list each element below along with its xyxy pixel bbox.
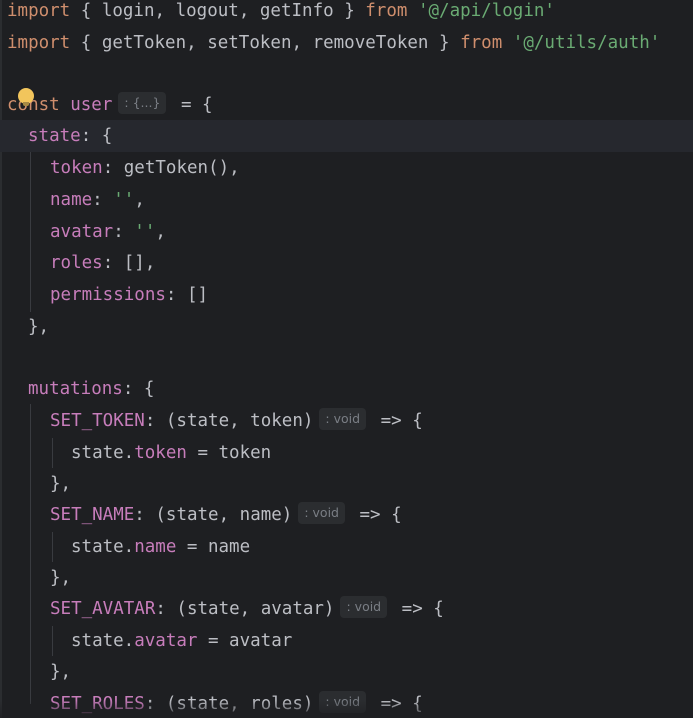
keyword-from: from xyxy=(365,1,408,21)
code-editor[interactable]: import { login, logout, getInfo } from '… xyxy=(0,0,693,718)
string-literal: '@/utils/auth' xyxy=(512,33,661,53)
code-line[interactable]: import { login, logout, getInfo } from '… xyxy=(7,0,555,27)
identifier: removeToken xyxy=(312,33,429,53)
indent-guide xyxy=(52,438,53,468)
type-hint[interactable]: : void xyxy=(340,596,388,618)
property-key: avatar xyxy=(50,222,114,242)
code-line[interactable]: roles: [], xyxy=(50,247,155,279)
indent-guide xyxy=(52,626,53,656)
type-hint[interactable]: : void xyxy=(298,502,345,524)
property-key: mutations xyxy=(28,379,123,399)
code-line[interactable]: SET_AVATAR: (state, avatar): void => { xyxy=(50,593,444,625)
property-access: avatar xyxy=(134,631,198,651)
property-key: state xyxy=(28,126,81,146)
type-hint[interactable]: : void xyxy=(319,691,367,713)
variable-name: user xyxy=(70,95,113,115)
code-line[interactable]: }, xyxy=(50,468,71,500)
property-key: permissions xyxy=(50,285,166,305)
identifier: logout xyxy=(175,1,239,21)
code-line[interactable]: state.name = name xyxy=(71,531,250,563)
property-key: SET_AVATAR xyxy=(50,599,156,619)
string-literal: '' xyxy=(113,190,135,210)
property-key: SET_TOKEN xyxy=(50,411,145,431)
code-line[interactable]: state.avatar = avatar xyxy=(71,625,292,657)
code-line[interactable]: avatar: '', xyxy=(50,216,166,248)
keyword-import: import xyxy=(7,33,71,53)
indent-guide xyxy=(30,152,31,312)
property-access: name xyxy=(134,537,177,557)
string-literal: '@/api/login' xyxy=(417,1,555,21)
indent-guide xyxy=(52,532,53,562)
identifier: login xyxy=(101,1,155,21)
property-key: SET_ROLES xyxy=(50,694,145,714)
code-line[interactable]: SET_ROLES: (state, roles): void => { xyxy=(50,688,423,718)
keyword-import: import xyxy=(7,1,71,21)
identifier: setToken xyxy=(207,33,292,53)
code-line[interactable]: }, xyxy=(50,656,71,688)
property-key: SET_NAME xyxy=(50,505,135,525)
keyword-from: from xyxy=(460,33,503,53)
identifier: getToken xyxy=(101,33,187,53)
type-hint[interactable]: : {...} xyxy=(118,92,167,114)
code-line[interactable]: }, xyxy=(28,311,49,343)
code-line[interactable]: import { getToken, setToken, removeToken… xyxy=(7,27,660,59)
code-line[interactable]: SET_TOKEN: (state, token): void => { xyxy=(50,405,423,437)
code-line[interactable]: }, xyxy=(50,562,71,594)
code-line[interactable]: const user: {...} = { xyxy=(7,89,213,121)
property-key: token xyxy=(50,158,103,178)
code-line-current[interactable]: state: { xyxy=(0,120,693,152)
code-line[interactable]: permissions: [] xyxy=(50,279,208,311)
string-literal: '' xyxy=(134,222,156,242)
code-line[interactable]: SET_NAME: (state, name): void => { xyxy=(50,499,402,531)
identifier: getInfo xyxy=(259,1,334,21)
property-key: roles xyxy=(50,253,103,273)
property-access: token xyxy=(134,443,187,463)
indent-guide xyxy=(30,404,31,704)
code-line[interactable]: token: getToken(), xyxy=(50,152,240,184)
lightbulb-icon[interactable] xyxy=(18,88,34,106)
property-key: name xyxy=(50,190,93,210)
code-line[interactable]: mutations: { xyxy=(28,373,154,405)
code-line[interactable]: state.token = token xyxy=(71,437,271,469)
type-hint[interactable]: : void xyxy=(319,408,367,430)
function-call: getToken xyxy=(123,158,209,178)
code-line[interactable]: name: '', xyxy=(50,184,145,216)
